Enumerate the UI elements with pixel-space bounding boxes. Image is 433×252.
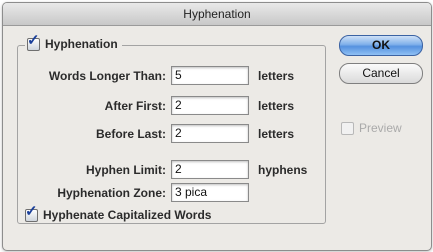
before-last-label: Before Last: (95, 127, 166, 141)
hyphenation-checkbox-box[interactable]: ✓ (27, 33, 40, 51)
checkmark-icon: ✓ (27, 31, 40, 49)
preview-checkbox[interactable]: Preview (341, 121, 402, 135)
after-first-input[interactable]: 2 (171, 96, 249, 115)
after-first-label: After First: (104, 99, 166, 113)
hyphenation-zone-label: Hyphenation Zone: (57, 186, 166, 200)
before-last-unit: letters (258, 127, 295, 141)
words-longer-than-label: Words Longer Than: (48, 69, 166, 83)
preview-checkbox-box[interactable] (341, 121, 354, 135)
cancel-button[interactable]: Cancel (339, 63, 423, 84)
words-longer-than-input[interactable]: 5 (171, 66, 249, 85)
hyphen-limit-input[interactable]: 2 (171, 160, 249, 179)
hyphenation-checkbox[interactable]: ✓ Hyphenation (25, 33, 122, 52)
before-last-input[interactable]: 2 (171, 124, 249, 143)
hyphenation-zone-input[interactable]: 3 pica (171, 183, 249, 202)
hyphenate-capitalized-label: Hyphenate Capitalized Words (43, 208, 212, 222)
ok-button[interactable]: OK (339, 35, 423, 56)
hyphen-limit-unit: hyphens (258, 163, 308, 177)
dialog-title: Hyphenation (3, 3, 431, 26)
hyphenation-checkbox-label: Hyphenation (45, 37, 118, 51)
hyphenate-capitalized-checkbox-box[interactable]: ✓ (25, 204, 38, 222)
checkmark-icon: ✓ (25, 202, 38, 220)
hyphenate-capitalized-checkbox[interactable]: ✓ Hyphenate Capitalized Words (25, 204, 212, 222)
words-longer-than-unit: letters (258, 69, 295, 83)
preview-label: Preview (359, 121, 402, 135)
after-first-unit: letters (258, 99, 295, 113)
hyphen-limit-label: Hyphen Limit: (86, 163, 166, 177)
hyphenation-dialog: Hyphenation ✓ Hyphenation Words Longer T… (2, 2, 432, 251)
